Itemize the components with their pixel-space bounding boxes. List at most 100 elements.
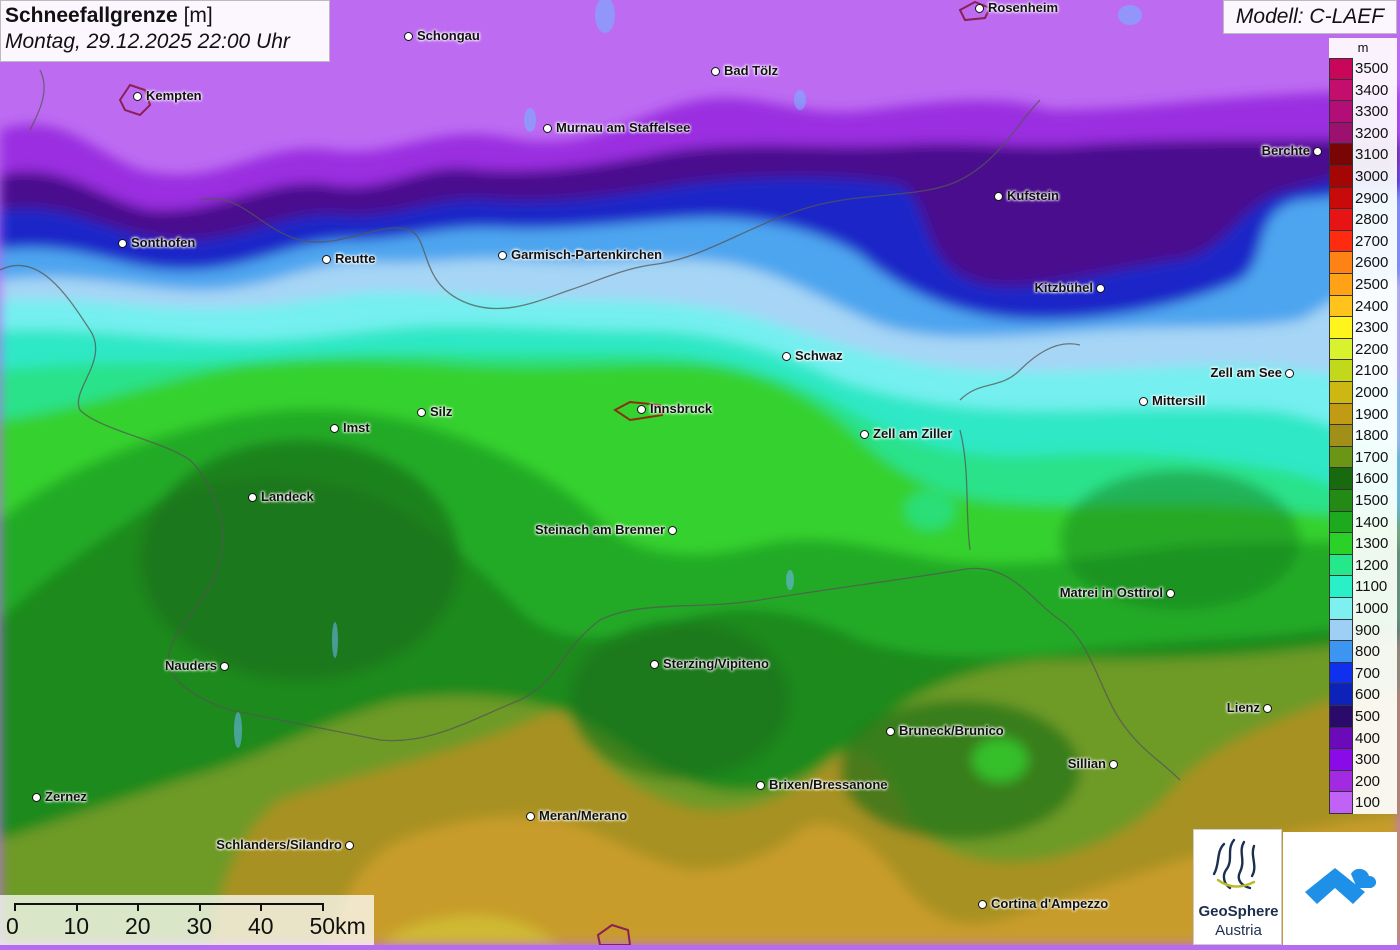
legend-value: 900 [1355,621,1381,639]
legend-entry: 3000 [1329,166,1397,188]
legend-value: 200 [1355,772,1381,790]
city-label: Zell am See [1210,365,1282,380]
scale-tick [321,903,324,911]
city-marker [404,32,413,41]
legend-entry: 2600 [1329,252,1397,274]
map-title: Schneefallgrenze [m] [5,4,325,28]
legend-value: 1900 [1355,405,1389,423]
legend-value: 600 [1355,686,1381,704]
geosphere-subtitle: Austria [1215,922,1262,939]
legend-entry: 3400 [1329,79,1397,102]
band-1600-south [570,620,790,780]
legend-value: 1200 [1355,556,1389,574]
scale-tick [198,903,201,911]
city-label: Nauders [164,658,217,673]
snowfall-line-map[interactable] [0,0,1400,945]
legend-swatch [1329,641,1353,663]
city-label: Lienz [1226,700,1260,715]
scale-label: 0 [6,913,19,939]
parameter-unit: [m] [183,4,213,27]
legend-entry: 500 [1329,706,1397,728]
scale-tick [75,903,78,911]
city-label: Berchte [1261,143,1310,158]
legend-swatch [1329,576,1353,598]
legend-swatch [1329,101,1353,123]
city-label: Kempten [146,88,202,103]
legend-entry: 1100 [1329,576,1397,598]
city-label: Silz [430,404,453,419]
city-marker [994,192,1003,201]
city-marker [498,251,507,260]
city-label: Landeck [261,489,314,504]
city-marker [650,660,659,669]
legend-value: 800 [1355,643,1381,661]
city-marker [756,781,765,790]
legend-swatch [1329,122,1353,145]
city-marker [637,405,646,414]
legend-entry: 2500 [1329,274,1397,296]
legend-swatch [1329,511,1353,534]
legend-value: 1100 [1355,578,1388,596]
legend-value: 2200 [1355,340,1389,358]
legend-swatch [1329,274,1353,296]
legend-entry: 300 [1329,749,1397,771]
legend-value: 3200 [1355,124,1389,142]
city-marker [330,424,339,433]
map-title-box: Schneefallgrenze [m] Montag, 29.12.2025 … [0,0,330,62]
legend-entry: 1800 [1329,425,1397,447]
legend-entry: 1900 [1329,403,1397,426]
city-label: Sillian [1067,756,1106,771]
legend-value: 3100 [1355,146,1389,164]
legend-entry: 2200 [1329,338,1397,361]
legend-value: 1700 [1355,448,1389,466]
legend-entry: 700 [1329,662,1397,685]
scale-label: 20 [125,913,151,939]
cloud-mountain-icon [1305,868,1377,904]
city-marker [543,124,552,133]
city-label: Matrei in Osttirol [1059,585,1163,600]
legend-swatch [1329,382,1353,404]
legend-swatch [1329,360,1353,382]
scale-label: 40 [248,913,274,939]
city-marker [118,239,127,248]
legend-value: 2800 [1355,211,1389,229]
legend-swatch [1329,770,1353,793]
city-label: Kufstein [1007,188,1059,203]
legend-swatch [1329,338,1353,361]
scale-label: 10 [63,913,90,939]
legend-swatch [1329,749,1353,771]
city-label: Mittersill [1152,393,1206,408]
weather-app-logo[interactable] [1283,832,1397,945]
city-marker [668,526,677,535]
legend-entry: 1500 [1329,490,1397,512]
legend-entry: 1600 [1329,468,1397,490]
city-marker [860,430,869,439]
city-label: Meran/Merano [539,808,628,823]
city-label: Innsbruck [650,401,713,416]
model-label: Modell: C-LAEF [1223,0,1397,34]
city-label: Bruneck/Brunico [899,723,1004,738]
legend-value: 400 [1355,729,1381,747]
city-marker [133,92,142,101]
legend-swatch [1329,79,1353,102]
parameter-name: Schneefallgrenze [5,4,178,27]
city-label: Garmisch-Partenkirchen [511,247,663,262]
legend-swatch [1329,468,1353,490]
legend-value: 1600 [1355,470,1389,488]
geosphere-logo[interactable]: GeoSphere Austria [1193,829,1282,945]
legend-swatch [1329,554,1353,577]
legend-entry: 200 [1329,770,1397,793]
scale-label: 30 [186,913,213,939]
color-legend: m 3500 3400 3300 3200 3100 3000 2900 2800 2700 26… [1329,38,1397,814]
legend-value: 2300 [1355,319,1389,337]
legend-value: 2100 [1355,362,1389,380]
city-label: Cortina d'Ampezzo [991,896,1109,911]
legend-entry: 1700 [1329,446,1397,469]
legend-entry: 2900 [1329,187,1397,210]
city-marker [248,493,257,502]
legend-entry: 2300 [1329,317,1397,339]
legend-entry: 3100 [1329,144,1397,166]
legend-swatch [1329,209,1353,231]
legend-value: 700 [1355,664,1381,682]
band-1600-west [140,440,460,680]
